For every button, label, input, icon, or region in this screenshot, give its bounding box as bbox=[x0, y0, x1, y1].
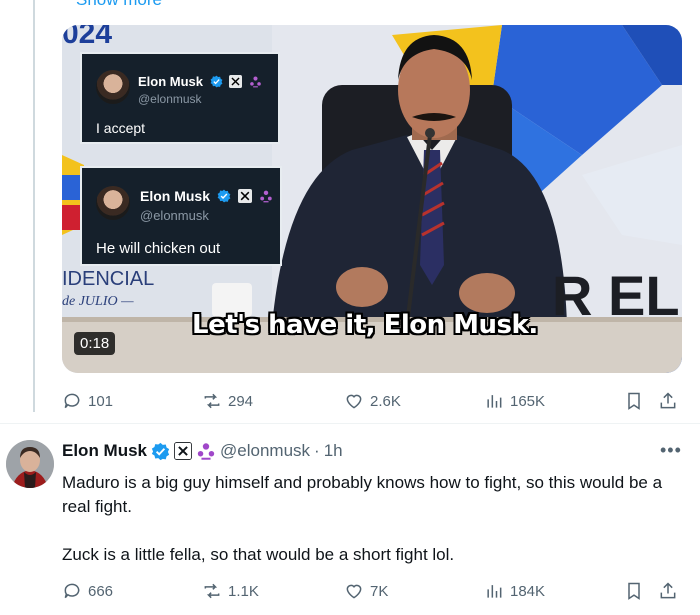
video-duration: 0:18 bbox=[74, 332, 116, 355]
thread-line bbox=[33, 0, 35, 412]
tweet-text: Maduro is a big guy himself and probably… bbox=[62, 471, 692, 567]
repost-count: 1.1K bbox=[228, 582, 259, 600]
overlay-tweet-text: I accept bbox=[96, 120, 146, 136]
video-player[interactable]: 024 IDENCIAL de JULIO — R EL Elon Musk @… bbox=[62, 25, 682, 373]
overlay-handle: @elonmusk bbox=[138, 92, 202, 106]
tweet-paragraph: Zuck is a little fella, so that would be… bbox=[62, 545, 455, 564]
share-icon bbox=[660, 582, 676, 599]
repost-icon bbox=[204, 583, 220, 599]
x-logo-icon bbox=[229, 75, 243, 88]
author-handle[interactable]: @elonmusk bbox=[220, 441, 310, 461]
like-count: 7K bbox=[370, 582, 389, 600]
repost-button[interactable]: 1.1K bbox=[202, 581, 259, 601]
backdrop-low-text: de JULIO — bbox=[62, 294, 134, 309]
share-button[interactable] bbox=[658, 391, 678, 411]
reply-button[interactable]: 666 bbox=[62, 581, 113, 601]
bookmark-icon bbox=[628, 392, 640, 410]
video-caption: Let's have it, Elon Musk. bbox=[192, 310, 538, 340]
avatar-image bbox=[6, 440, 54, 488]
share-button[interactable] bbox=[658, 581, 678, 601]
reply-button[interactable]: 101 bbox=[62, 391, 113, 411]
like-button[interactable]: 2.6K bbox=[344, 391, 401, 411]
views-button[interactable]: 165K bbox=[484, 391, 545, 411]
avatar bbox=[96, 70, 130, 104]
timestamp[interactable]: 1h bbox=[324, 441, 343, 461]
separator: · bbox=[314, 441, 320, 460]
avatar[interactable] bbox=[6, 440, 54, 488]
show-more-link[interactable]: Show more bbox=[76, 0, 162, 10]
people-icon[interactable] bbox=[196, 441, 216, 461]
comment-icon bbox=[64, 393, 80, 409]
heart-icon bbox=[346, 394, 362, 409]
repost-button[interactable]: 294 bbox=[202, 391, 253, 411]
verified-badge-icon bbox=[210, 75, 223, 88]
backdrop-right-text: R EL bbox=[552, 264, 680, 327]
people-icon bbox=[250, 76, 261, 88]
avatar bbox=[96, 186, 130, 220]
author-name[interactable]: Elon Musk bbox=[62, 441, 147, 461]
bookmark-button[interactable] bbox=[624, 391, 644, 411]
bar-chart-icon bbox=[487, 585, 502, 598]
overlay-tweet-card: Elon Musk @elonmusk He will chicken out bbox=[80, 166, 282, 266]
bar-chart-icon bbox=[487, 395, 502, 408]
overlay-author-name: Elon Musk bbox=[140, 188, 273, 204]
bookmark-button[interactable] bbox=[624, 581, 644, 601]
overlay-handle: @elonmusk bbox=[140, 208, 209, 223]
like-button[interactable]: 7K bbox=[344, 581, 388, 601]
tweet-paragraph: Maduro is a big guy himself and probably… bbox=[62, 473, 663, 516]
backdrop-year-text: 024 bbox=[62, 25, 112, 50]
people-icon bbox=[259, 190, 272, 203]
overlay-author-name: Elon Musk bbox=[138, 74, 262, 89]
like-count: 2.6K bbox=[370, 392, 401, 410]
x-logo-icon[interactable] bbox=[174, 442, 193, 460]
overlay-tweet-text: He will chicken out bbox=[96, 240, 221, 257]
share-icon bbox=[660, 392, 676, 409]
reply-count: 666 bbox=[88, 582, 114, 600]
bookmark-icon bbox=[628, 582, 640, 600]
verified-badge-icon bbox=[217, 189, 231, 203]
views-button[interactable]: 184K bbox=[484, 581, 545, 601]
overlay-tweet-card: Elon Musk @elonmusk I accept bbox=[80, 52, 280, 144]
repost-icon bbox=[204, 393, 220, 409]
views-count: 184K bbox=[510, 582, 546, 600]
more-options-button[interactable]: ••• bbox=[660, 440, 682, 461]
reply-count: 101 bbox=[88, 392, 114, 410]
heart-icon bbox=[346, 584, 362, 599]
backdrop-mid-text: IDENCIAL bbox=[62, 268, 154, 290]
tweet-header: Elon Musk @elonmusk · 1h bbox=[62, 441, 343, 461]
repost-count: 294 bbox=[228, 392, 254, 410]
divider bbox=[0, 423, 700, 424]
comment-icon bbox=[64, 583, 80, 599]
views-count: 165K bbox=[510, 392, 546, 410]
verified-badge-icon[interactable] bbox=[151, 442, 170, 461]
x-logo-icon bbox=[237, 189, 252, 203]
